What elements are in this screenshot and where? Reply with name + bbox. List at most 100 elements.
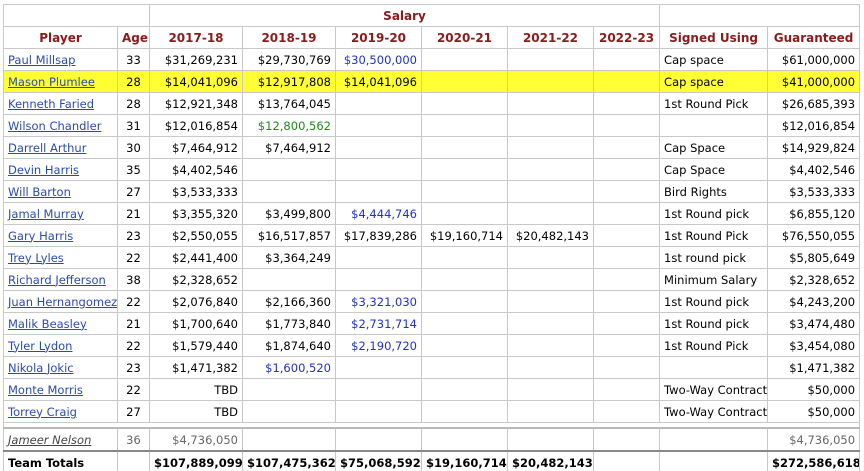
signed-using: Bird Rights [659, 180, 769, 203]
team-totals-2022-23 [592, 450, 661, 471]
player-cell: Juan Hernangomez [3, 290, 118, 313]
salary-2017-18: $2,076,840 [149, 290, 243, 313]
salary-2017-18: $3,533,333 [149, 180, 243, 203]
dead-money-age: 36 [117, 427, 150, 452]
guaranteed: $14,929,824 [767, 136, 861, 159]
dead-money-2020-21 [421, 427, 508, 452]
team-totals-2021-22: $20,482,143 [507, 450, 594, 471]
player-cell: Kenneth Faried [3, 92, 118, 115]
player-link[interactable]: Tyler Lydon [8, 339, 72, 353]
dead-money-player-link[interactable]: Jameer Nelson [8, 433, 91, 447]
signed-using: 1st Round Pick [659, 224, 769, 247]
salary-2022-23 [592, 202, 661, 225]
salary-2019-20: $2,731,714 [335, 312, 422, 335]
salary-2021-22 [507, 312, 594, 335]
salary-2018-19: $29,730,769 [242, 48, 336, 71]
salary-2021-22 [507, 334, 594, 357]
column-header-guaranteed[interactable]: Guaranteed [767, 26, 861, 49]
table-row: Trey Lyles 22 $2,441,400 $3,364,249 1st roun… [3, 246, 861, 269]
column-header-player[interactable]: Player [3, 26, 118, 49]
dead-money-row: Jameer Nelson 36 $4,736,050 $4,736,050 [3, 427, 861, 452]
salary-2022-23 [592, 224, 661, 247]
salary-2021-22 [507, 378, 594, 401]
salary-2022-23 [592, 334, 661, 357]
salary-2019-20: $17,839,286 [335, 224, 422, 247]
guaranteed: $50,000 [767, 378, 861, 401]
player-link[interactable]: Trey Lyles [8, 251, 64, 265]
signed-using: Cap Space [659, 136, 769, 159]
player-cell: Jamal Murray [3, 202, 118, 225]
player-link[interactable]: Wilson Chandler [8, 119, 101, 133]
column-header-2022-23[interactable]: 2022-23 [592, 26, 661, 49]
table-header: Salary Player Age 2017-18 2018-19 2019-2… [3, 4, 861, 49]
team-totals-2020-21: $19,160,714 [421, 450, 508, 471]
salary-2018-19: $7,464,912 [242, 136, 336, 159]
signed-using: 1st Round pick [659, 290, 769, 313]
player-link[interactable]: Darrell Arthur [8, 141, 86, 155]
column-header-2017-18[interactable]: 2017-18 [149, 26, 243, 49]
salary-2022-23 [592, 378, 661, 401]
player-link[interactable]: Kenneth Faried [8, 97, 94, 111]
salary-2017-18: $14,041,096 [149, 70, 243, 93]
player-cell: Darrell Arthur [3, 136, 118, 159]
table-row: Gary Harris 23 $2,550,055 $16,517,857 $17,83… [3, 224, 861, 247]
guaranteed: $6,855,120 [767, 202, 861, 225]
column-header-2019-20[interactable]: 2019-20 [335, 26, 422, 49]
player-link[interactable]: Richard Jefferson [8, 273, 106, 287]
player-link[interactable]: Malik Beasley [8, 317, 87, 331]
player-cell: Paul Millsap [3, 48, 118, 71]
age: 21 [117, 312, 150, 335]
salary-2017-18: $2,550,055 [149, 224, 243, 247]
salary-2022-23 [592, 136, 661, 159]
player-link[interactable]: Devin Harris [8, 163, 79, 177]
dead-money-signed [659, 427, 769, 452]
player-cell: Wilson Chandler [3, 114, 118, 137]
player-cell: Malik Beasley [3, 312, 118, 335]
player-link[interactable]: Torrey Craig [8, 405, 77, 419]
salary-2019-20 [335, 400, 422, 423]
column-header-age[interactable]: Age [117, 26, 150, 49]
age: 22 [117, 246, 150, 269]
player-link[interactable]: Jamal Murray [8, 207, 84, 221]
player-link[interactable]: Monte Morris [8, 383, 83, 397]
age: 28 [117, 70, 150, 93]
salary-2020-21 [421, 334, 508, 357]
salary-2019-20: $30,500,000 [335, 48, 422, 71]
age: 27 [117, 400, 150, 423]
salary-2018-19 [242, 158, 336, 181]
column-header-signed-using[interactable]: Signed Using [659, 26, 769, 49]
team-totals-2018-19: $107,475,362 [242, 450, 336, 471]
salary-2020-21 [421, 136, 508, 159]
player-link[interactable]: Gary Harris [8, 229, 73, 243]
player-link[interactable]: Paul Millsap [8, 53, 75, 67]
salary-2018-19: $2,166,360 [242, 290, 336, 313]
signed-using: Two-Way Contract [659, 378, 769, 401]
table-row: Kenneth Faried 28 $12,921,348 $13,764,045 1s… [3, 92, 861, 115]
team-totals-signed [659, 450, 769, 471]
dead-money-guaranteed: $4,736,050 [767, 427, 861, 452]
header-blank [3, 4, 150, 27]
column-header-2020-21[interactable]: 2020-21 [421, 26, 508, 49]
column-header-2021-22[interactable]: 2021-22 [507, 26, 594, 49]
guaranteed: $50,000 [767, 400, 861, 423]
table-row: Juan Hernangomez 22 $2,076,840 $2,166,360 $3… [3, 290, 861, 313]
salary-2021-22 [507, 400, 594, 423]
player-link[interactable]: Mason Plumlee [8, 75, 95, 89]
salary-2017-18: $3,355,320 [149, 202, 243, 225]
salary-2019-20 [335, 92, 422, 115]
salary-2021-22 [507, 48, 594, 71]
salary-2018-19 [242, 180, 336, 203]
column-header-2018-19[interactable]: 2018-19 [242, 26, 336, 49]
salary-2019-20 [335, 246, 422, 269]
player-cell: Trey Lyles [3, 246, 118, 269]
player-cell: Tyler Lydon [3, 334, 118, 357]
signed-using [659, 114, 769, 137]
player-link[interactable]: Juan Hernangomez [8, 295, 117, 309]
signed-using: Cap space [659, 48, 769, 71]
salary-2021-22 [507, 202, 594, 225]
guaranteed: $61,000,000 [767, 48, 861, 71]
player-link[interactable]: Nikola Jokic [8, 361, 74, 375]
player-link[interactable]: Will Barton [8, 185, 71, 199]
age: 23 [117, 224, 150, 247]
dead-money-2022-23 [592, 427, 661, 452]
